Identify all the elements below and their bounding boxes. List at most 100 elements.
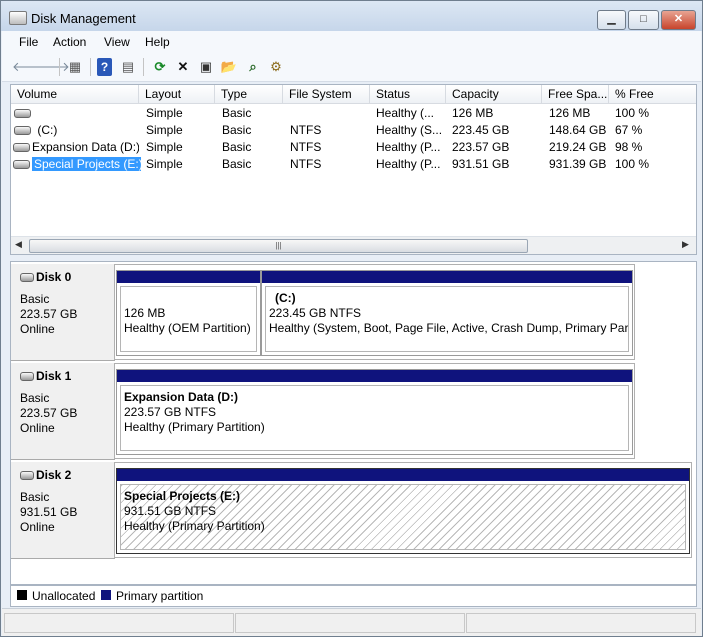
volume-row[interactable]: (C:) Simple Basic NTFS Healthy (S... 223… xyxy=(11,122,696,139)
drive-icon xyxy=(14,126,31,136)
free-space-cell: 931.39 GB xyxy=(549,157,607,171)
column-type[interactable]: Type xyxy=(215,85,283,103)
disk-management-icon xyxy=(9,11,27,25)
partition-size: 223.57 GB NTFS xyxy=(124,405,217,419)
disk-state: Online xyxy=(20,421,55,435)
drive-icon xyxy=(13,143,30,153)
type-cell: Basic xyxy=(222,123,252,137)
partition-body: 126 MB Healthy (OEM Partition) xyxy=(120,286,257,352)
scrollbar-thumb[interactable]: ||| xyxy=(29,239,528,253)
disk-name: Disk 1 xyxy=(20,369,71,383)
volume-cell xyxy=(11,105,139,122)
type-cell: Basic xyxy=(222,140,252,154)
disk-management-window: Disk Management ▁ □ ✕ File Action View H… xyxy=(0,0,703,637)
properties-view-icon[interactable]: ▤ xyxy=(119,58,137,76)
maximize-button[interactable]: □ xyxy=(628,10,659,30)
refresh-icon[interactable]: ⟳ xyxy=(151,58,169,76)
show-hide-console-tree-icon[interactable]: ▦ xyxy=(66,58,84,76)
partition-label: Expansion Data (D:) xyxy=(124,390,239,404)
unallocated-swatch xyxy=(17,590,27,600)
menu-file[interactable]: File xyxy=(19,35,38,49)
disk-0-label[interactable]: Disk 0 Basic 223.57 GB Online xyxy=(11,264,115,361)
percent-free-cell: 100 % xyxy=(615,106,650,120)
file-system-cell: NTFS xyxy=(290,140,322,154)
capacity-cell: 126 MB xyxy=(452,106,494,120)
partition-bar xyxy=(117,271,260,283)
volume-cell: (C:) xyxy=(11,122,139,139)
column-status[interactable]: Status xyxy=(370,85,446,103)
column-layout[interactable]: Layout xyxy=(139,85,215,103)
partition-c[interactable]: (C:) 223.45 GB NTFS Healthy (System, Boo… xyxy=(261,270,633,356)
partition-d[interactable]: Expansion Data (D:) 223.57 GB NTFS Healt… xyxy=(116,369,633,455)
properties-icon[interactable]: ▣ xyxy=(197,58,215,76)
menu-view[interactable]: View xyxy=(104,35,130,49)
free-space-cell: 148.64 GB xyxy=(549,123,607,137)
partition-oem[interactable]: 126 MB Healthy (OEM Partition) xyxy=(116,270,261,356)
toolbar-separator xyxy=(59,58,60,76)
disk-icon xyxy=(20,471,34,481)
menu-action[interactable]: Action xyxy=(53,35,86,49)
disk-1-label[interactable]: Disk 1 Basic 223.57 GB Online xyxy=(11,363,115,460)
minimize-button[interactable]: ▁ xyxy=(597,10,626,30)
disk-icon xyxy=(20,372,34,382)
free-space-cell: 219.24 GB xyxy=(549,140,607,154)
close-button[interactable]: ✕ xyxy=(661,10,696,30)
column-capacity[interactable]: Capacity xyxy=(446,85,542,103)
find-icon[interactable]: ⌕ xyxy=(244,58,262,76)
disk-settings-icon[interactable]: ⚙ xyxy=(267,58,285,76)
partition-e-selected[interactable]: Special Projects (E:) 931.51 GB NTFS Hea… xyxy=(116,468,690,554)
disk-size: 931.51 GB xyxy=(20,505,78,519)
percent-free-cell: 67 % xyxy=(615,123,643,137)
percent-free-cell: 98 % xyxy=(615,140,643,154)
status-panel xyxy=(4,613,234,633)
column-file-system[interactable]: File System xyxy=(283,85,370,103)
volume-list-header: Volume Layout Type File System Status Ca… xyxy=(11,85,696,104)
title-bar[interactable]: Disk Management ▁ □ ✕ xyxy=(1,1,702,31)
legend-primary-partition: Primary partition xyxy=(116,589,204,603)
disk-type: Basic xyxy=(20,391,50,405)
status-bar xyxy=(2,608,701,636)
disk-state: Online xyxy=(20,520,55,534)
partition-status: Healthy (System, Boot, Page File, Active… xyxy=(269,321,628,335)
partition-size: 126 MB xyxy=(124,306,166,320)
disk-graph-view: Disk 0 Basic 223.57 GB Online 126 MB Hea… xyxy=(10,261,697,585)
partition-body: Special Projects (E:) 931.51 GB NTFS Hea… xyxy=(120,484,686,550)
delete-icon[interactable]: ✕ xyxy=(174,58,192,76)
volume-list: Volume Layout Type File System Status Ca… xyxy=(10,84,697,255)
partition-status: Healthy (Primary Partition) xyxy=(124,420,265,434)
scroll-right-icon[interactable]: ▶ xyxy=(682,239,689,250)
disk-name: Disk 2 xyxy=(20,468,71,482)
disk-0-partitions: 126 MB Healthy (OEM Partition) (C:) 223.… xyxy=(114,264,635,360)
disk-size: 223.57 GB xyxy=(20,406,78,420)
back-arrow-icon[interactable]: 🡐 xyxy=(12,58,47,76)
partition-size: 223.45 GB NTFS xyxy=(269,306,362,320)
help-icon[interactable]: ? xyxy=(97,58,112,76)
toolbar: 🡐 🡒 ▦ ? ▤ ⟳ ✕ ▣ 📂 ⌕ ⚙ xyxy=(2,53,701,82)
legend: Unallocated Primary partition xyxy=(10,585,697,607)
partition-status: Healthy (Primary Partition) xyxy=(124,519,265,533)
disk-2-label[interactable]: Disk 2 Basic 931.51 GB Online xyxy=(11,462,115,559)
menu-help[interactable]: Help xyxy=(145,35,170,49)
partition-status: Healthy (OEM Partition) xyxy=(124,321,251,335)
file-system-cell: NTFS xyxy=(290,123,322,137)
horizontal-scrollbar[interactable]: ◀ ||| ▶ xyxy=(11,236,696,254)
status-cell: Healthy (P... xyxy=(376,157,441,171)
volume-row-selected[interactable]: Special Projects (E:) Simple Basic NTFS … xyxy=(11,156,696,173)
column-percent-free[interactable]: % Free xyxy=(609,85,696,103)
partition-bar xyxy=(117,469,689,481)
drive-icon xyxy=(14,109,31,119)
scroll-left-icon[interactable]: ◀ xyxy=(15,239,22,250)
legend-unallocated: Unallocated xyxy=(32,589,96,603)
status-panel xyxy=(466,613,696,633)
column-free-space[interactable]: Free Spa... xyxy=(542,85,609,103)
open-folder-icon[interactable]: 📂 xyxy=(220,58,238,76)
partition-body: (C:) 223.45 GB NTFS Healthy (System, Boo… xyxy=(265,286,629,352)
percent-free-cell: 100 % xyxy=(615,157,650,171)
status-cell: Healthy (... xyxy=(376,106,435,120)
volume-cell: Expansion Data (D:) xyxy=(11,139,139,156)
volume-row[interactable]: Expansion Data (D:) Simple Basic NTFS He… xyxy=(11,139,696,156)
disk-size: 223.57 GB xyxy=(20,307,78,321)
forward-arrow-icon[interactable]: 🡒 xyxy=(35,58,70,76)
column-volume[interactable]: Volume xyxy=(11,85,139,103)
volume-row[interactable]: Simple Basic Healthy (... 126 MB 126 MB … xyxy=(11,105,696,122)
